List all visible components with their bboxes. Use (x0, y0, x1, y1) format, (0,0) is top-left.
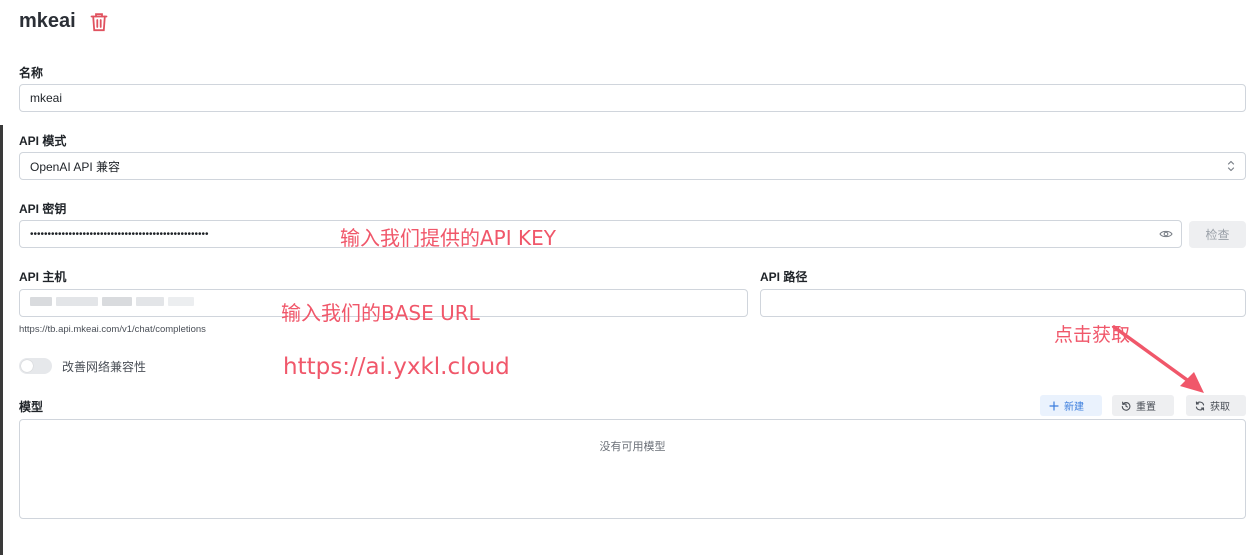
annotation-api-key: 输入我们提供的API KEY (340, 226, 556, 250)
api-key-masked-value: ••••••••••••••••••••••••••••••••••••••••… (30, 228, 209, 240)
redacted-text (56, 297, 98, 306)
api-mode-select[interactable]: OpenAI API 兼容 (19, 152, 1246, 180)
api-path-input[interactable] (760, 289, 1246, 317)
plus-icon (1049, 400, 1059, 411)
api-host-label: API 主机 (19, 270, 67, 284)
trash-icon[interactable] (90, 12, 108, 32)
redacted-text (30, 297, 52, 306)
api-path-label: API 路径 (760, 270, 808, 284)
provider-header: mkeai (19, 10, 108, 33)
annotation-base-url: 输入我们的BASE URL (281, 301, 480, 325)
api-host-hint: https://tb.api.mkeai.com/v1/chat/complet… (19, 324, 206, 335)
redacted-text (168, 297, 194, 306)
eye-icon[interactable] (1159, 228, 1173, 240)
models-list: 没有可用模型 (19, 419, 1246, 519)
annotation-arrow (1112, 325, 1204, 393)
network-compat-label: 改善网络兼容性 (62, 360, 147, 374)
check-button[interactable]: 检查 (1189, 221, 1246, 248)
api-mode-value: OpenAI API 兼容 (30, 159, 121, 174)
models-empty-text: 没有可用模型 (599, 441, 666, 453)
toggle-knob (21, 360, 33, 372)
name-input-value: mkeai (30, 91, 63, 105)
api-key-input[interactable]: ••••••••••••••••••••••••••••••••••••••••… (19, 220, 1182, 248)
annotation-url: https://ai.yxkl.cloud (283, 354, 510, 380)
new-model-button[interactable]: 新建 (1040, 395, 1102, 416)
models-label: 模型 (19, 400, 44, 414)
redacted-text (102, 297, 132, 306)
provider-title: mkeai (19, 10, 76, 32)
name-input[interactable]: mkeai (19, 84, 1246, 112)
fetch-models-label: 获取 (1210, 402, 1230, 413)
reset-icon (1121, 401, 1131, 411)
network-compat-toggle[interactable] (19, 358, 52, 374)
api-mode-label: API 模式 (19, 134, 67, 148)
api-key-label: API 密钥 (19, 202, 67, 216)
name-label: 名称 (19, 66, 44, 80)
new-model-label: 新建 (1064, 402, 1084, 413)
select-arrows-icon (1227, 159, 1235, 173)
redacted-text (136, 297, 164, 306)
left-border-dark (0, 125, 3, 555)
refresh-icon (1195, 400, 1205, 411)
